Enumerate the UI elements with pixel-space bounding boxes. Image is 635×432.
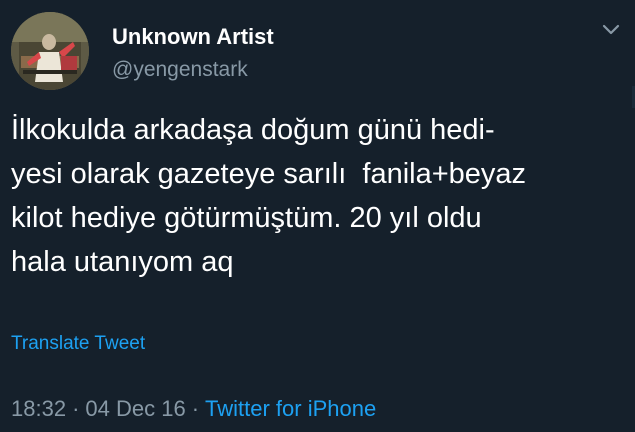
tweet-text-line: İlkokulda arkadaşa doğum günü hedi- xyxy=(11,114,495,146)
tweet-text-line: kilot hediye götürmüştüm. 20 yıl oldu xyxy=(11,202,482,234)
translate-tweet-link[interactable]: Translate Tweet xyxy=(11,331,145,357)
chevron-down-icon xyxy=(602,24,620,35)
tweet-time[interactable]: 18:32 xyxy=(11,396,66,421)
meta-separator: · xyxy=(72,396,80,421)
tweet-source-link[interactable]: Twitter for iPhone xyxy=(205,396,376,421)
meta-separator: · xyxy=(191,396,200,421)
tweet-menu-button[interactable] xyxy=(601,22,621,38)
author-handle[interactable]: @yengenstark xyxy=(112,57,248,83)
avatar[interactable] xyxy=(11,12,89,90)
profile-photo-icon xyxy=(11,12,89,90)
tweet-text-line: hala utanıyom aq xyxy=(11,246,234,278)
tweet-date[interactable]: 04 Dec 16 xyxy=(85,396,185,421)
tweet-card: Unknown Artist @yengenstark İlkokulda ar… xyxy=(0,0,635,432)
tweet-metadata: 18:32 · 04 Dec 16 · Twitter for iPhone xyxy=(11,394,376,424)
tweet-text-line: yesi olarak gazeteye sarılı fanila+beyaz xyxy=(11,158,527,190)
author-display-name[interactable]: Unknown Artist xyxy=(112,24,274,50)
tweet-text: İlkokulda arkadaşa doğum günü hedi- yesi… xyxy=(11,108,626,284)
